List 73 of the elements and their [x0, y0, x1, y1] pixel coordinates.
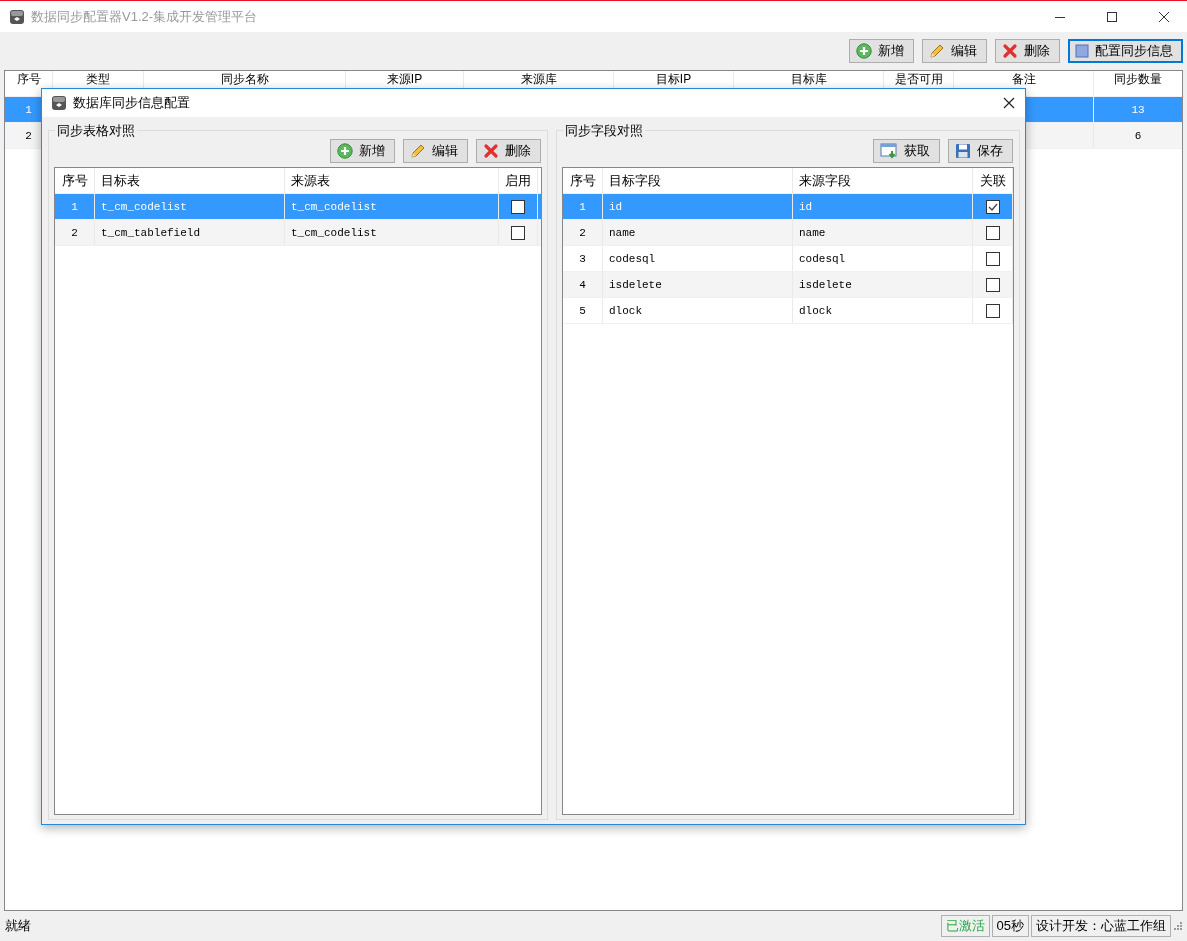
table-cell: codesql [603, 246, 793, 271]
column-header: 序号 [563, 168, 603, 193]
checkbox[interactable] [511, 225, 525, 240]
table-row[interactable]: 5 dlock dlock [563, 298, 1013, 324]
plus-circle-icon [856, 43, 872, 59]
column-header: 来源字段 [793, 168, 973, 193]
table-cell: codesql [793, 246, 973, 271]
toolbar-button[interactable]: 新增 [330, 139, 395, 163]
toolbar-button[interactable]: 保存 [948, 139, 1013, 163]
toolbar-button[interactable]: 获取 [873, 139, 940, 163]
table-cell: 2 [563, 220, 603, 245]
status-panel: 已激活 [940, 915, 990, 937]
table-cell: dlock [793, 298, 973, 323]
table-cell: 2 [55, 220, 95, 245]
table-row[interactable]: 2 name name [563, 220, 1013, 246]
square-icon [1075, 44, 1089, 58]
table-cell: t_cm_tablefield [95, 220, 285, 245]
table-cell: 5 [563, 298, 603, 323]
toolbar-button[interactable]: 编辑 [403, 139, 468, 163]
table-cell: name [603, 220, 793, 245]
toolbar-button[interactable]: 删除 [476, 139, 541, 163]
checkbox[interactable] [985, 277, 1000, 292]
group-title: 同步字段对照 [563, 122, 645, 140]
close-icon[interactable] [1158, 10, 1170, 23]
pencil-icon [410, 143, 426, 159]
status-message: 就绪 [5, 917, 32, 935]
column-header: 来源表 [285, 168, 499, 193]
group-title: 同步表格对照 [55, 122, 137, 140]
dialog-title: 数据库同步信息配置 [73, 94, 191, 112]
checkbox[interactable] [985, 251, 1000, 266]
table-cell: 1 [55, 194, 95, 219]
cross-icon [483, 143, 499, 159]
table-cell: isdelete [603, 272, 793, 297]
table-cell: t_cm_codelist [285, 194, 499, 219]
table-cell: 6 [1094, 123, 1182, 148]
checkbox[interactable] [985, 225, 1000, 240]
table-cell: dlock [603, 298, 793, 323]
table-cell: 1 [563, 194, 603, 219]
window-title: 数据同步配置器V1.2-集成开发管理平台 [31, 7, 259, 26]
table-cell: 13 [1094, 97, 1182, 122]
plus-circle-icon [337, 143, 353, 159]
toolbar-button[interactable]: 编辑 [922, 39, 987, 63]
table-row[interactable]: 2 t_cm_tablefield t_cm_codelist [55, 220, 541, 246]
column-header: 序号 [55, 168, 95, 193]
resize-grip-icon [1173, 921, 1183, 931]
toolbar-button[interactable]: 删除 [995, 39, 1060, 63]
maximize-icon[interactable] [1106, 10, 1118, 23]
cross-icon [1002, 43, 1018, 59]
table-cell: id [793, 194, 973, 219]
checkbox[interactable] [511, 199, 525, 214]
table-cell: 3 [563, 246, 603, 271]
status-panel: 设计开发：心蓝工作组 [1031, 915, 1171, 937]
toolbar-button[interactable]: 配置同步信息 [1068, 39, 1183, 63]
toolbar-button[interactable]: 新增 [849, 39, 914, 63]
status-panel: 05秒 [991, 915, 1029, 937]
table-row[interactable]: 4 isdelete isdelete [563, 272, 1013, 298]
column-header: 目标字段 [603, 168, 793, 193]
table-cell: name [793, 220, 973, 245]
column-header: 同步数量 [1094, 71, 1182, 96]
table-cell: isdelete [793, 272, 973, 297]
checkbox[interactable] [985, 199, 1000, 214]
app-icon [51, 95, 67, 111]
column-header: 关联 [973, 168, 1013, 193]
column-header: 启用 [499, 168, 538, 193]
close-icon[interactable] [1003, 97, 1015, 109]
table-cell: id [603, 194, 793, 219]
column-header: 目标表 [95, 168, 285, 193]
pencil-icon [929, 43, 945, 59]
app-icon [9, 8, 25, 25]
table-cell: t_cm_codelist [95, 194, 285, 219]
checkbox[interactable] [985, 303, 1000, 318]
table-cell: t_cm_codelist [285, 220, 499, 245]
table-cell: 4 [563, 272, 603, 297]
